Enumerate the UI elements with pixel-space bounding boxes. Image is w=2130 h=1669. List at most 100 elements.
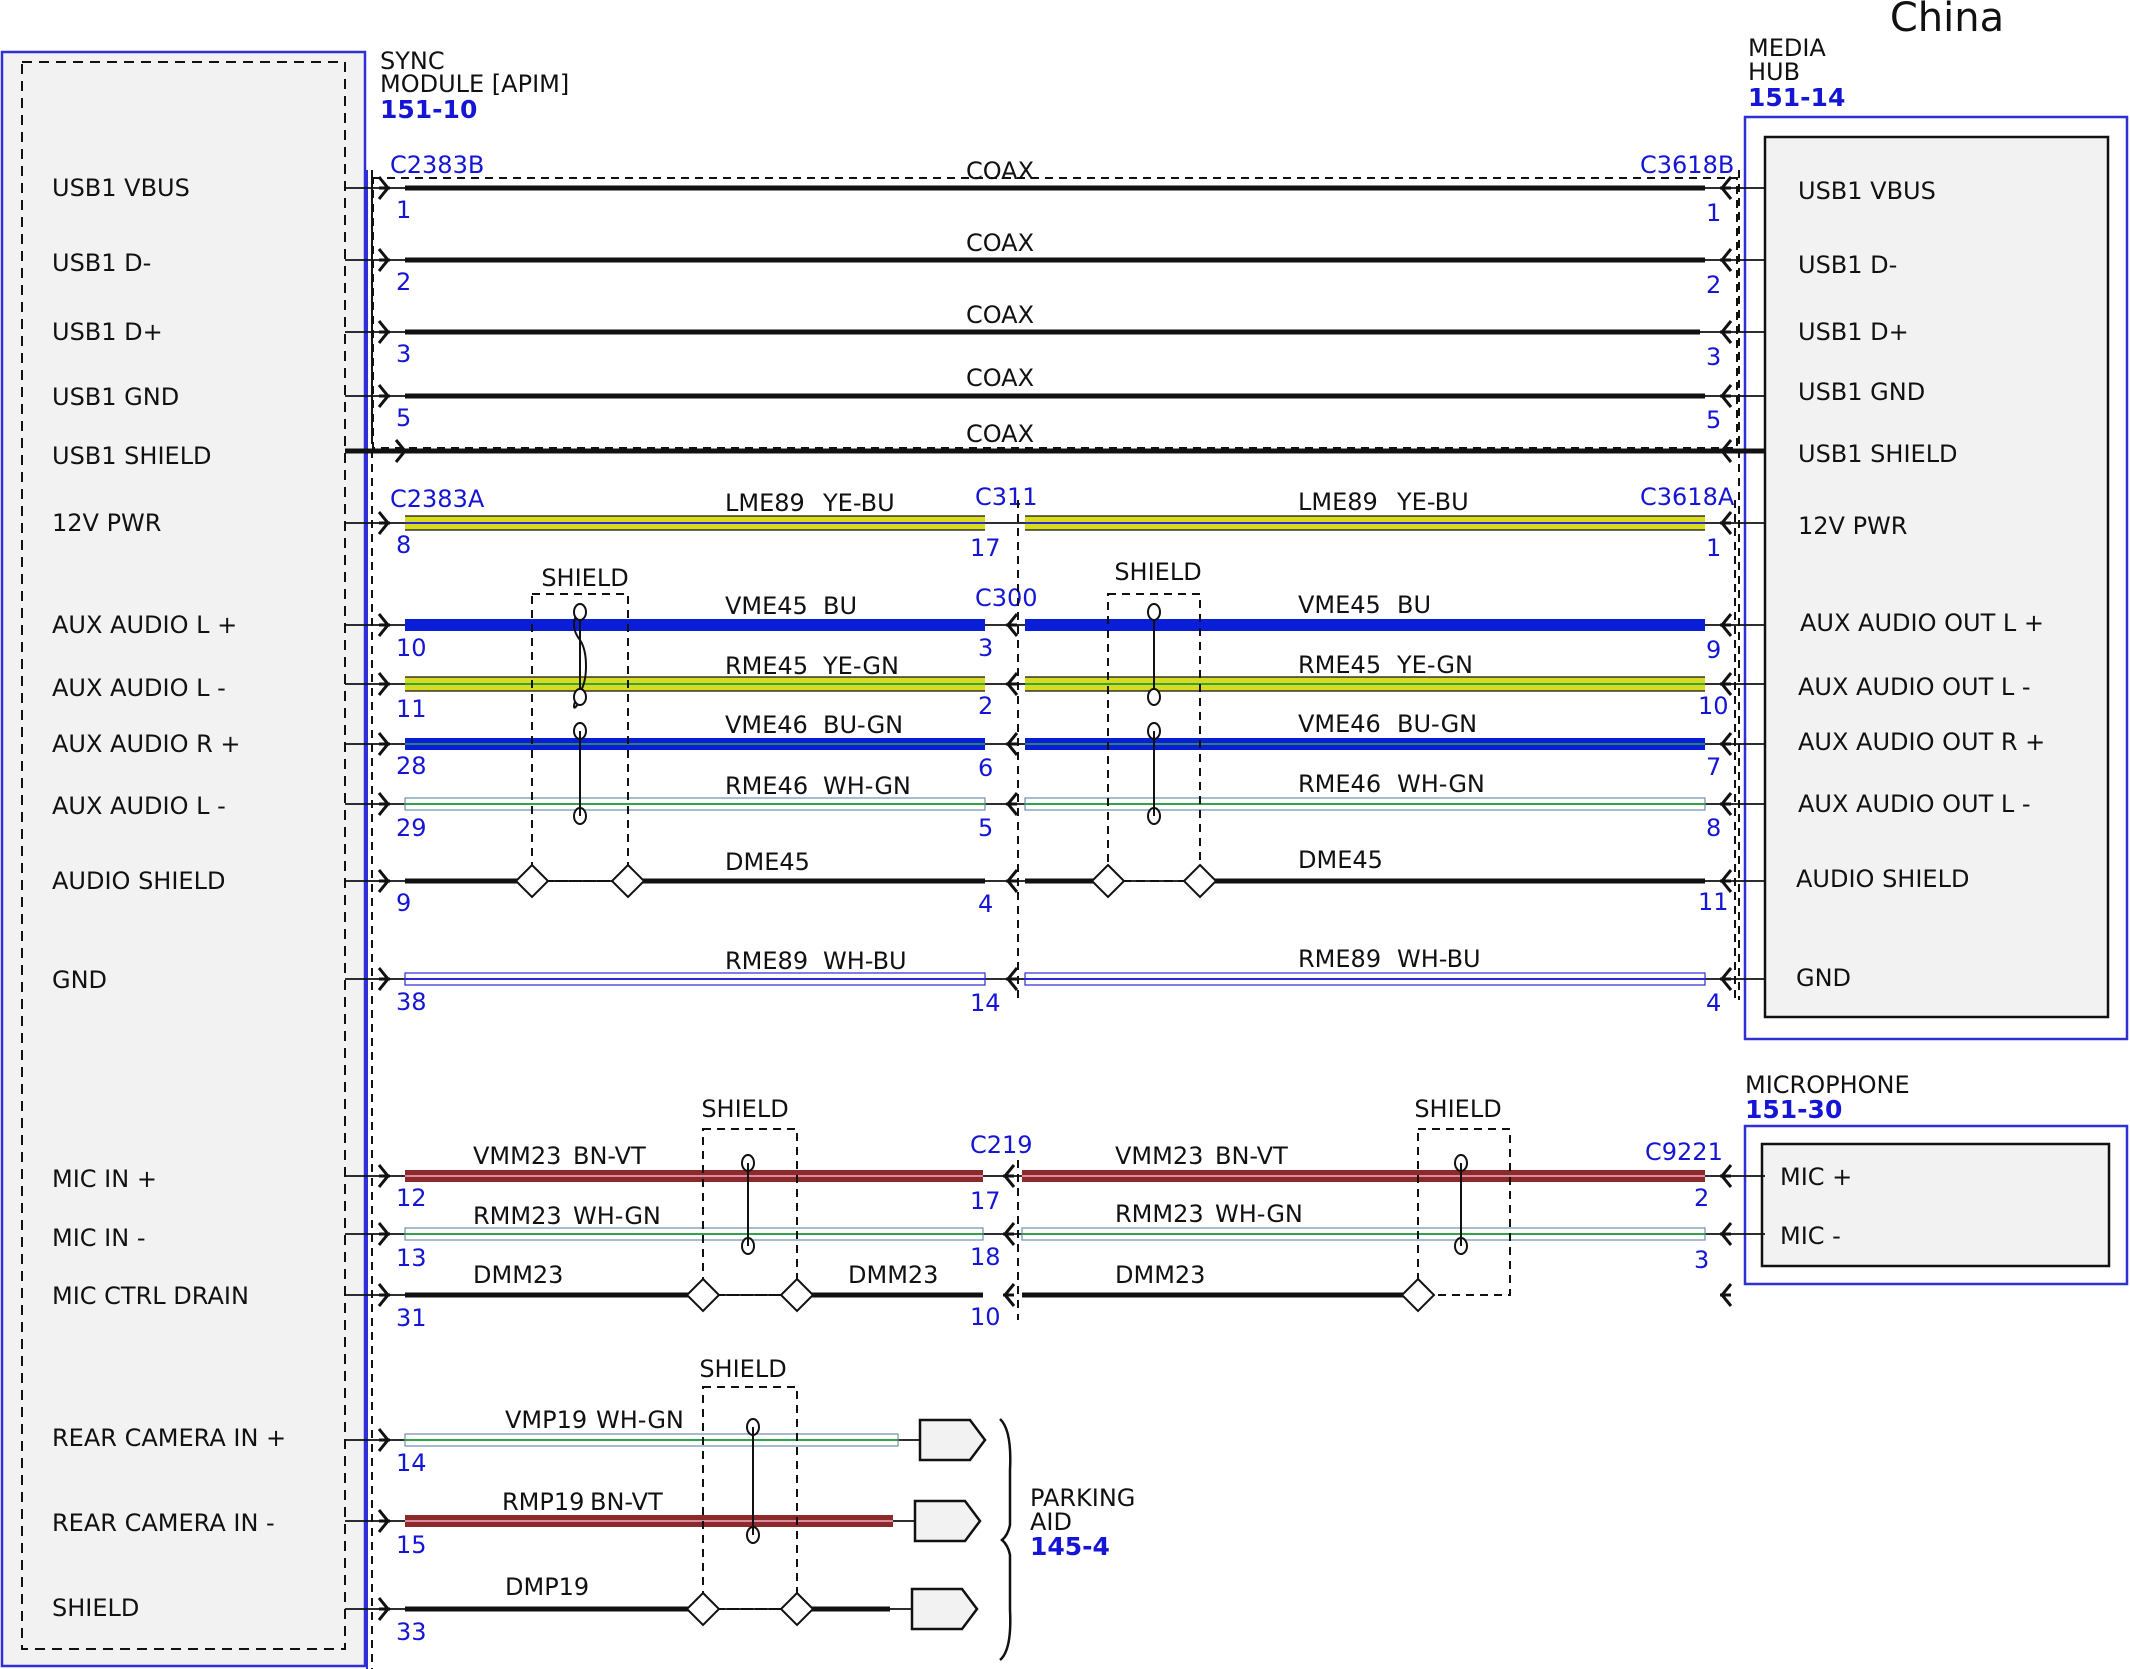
wire-rme46: RME46 WH-GN RME46 WH-GN 29 5 8 (345, 770, 1765, 842)
diagram-title: China (1890, 0, 2004, 41)
wire-circuit: VME45 (725, 592, 808, 620)
sync-pin-label: AUX AUDIO L + (52, 611, 237, 639)
wire-vme45: VME45 BU VME45 BU 10 3 9 (345, 591, 1765, 664)
wire-color: WH-BU (823, 947, 907, 975)
parking-aid-brace (999, 1418, 1012, 1661)
pin-number: 5 (396, 404, 411, 432)
microphone-ref: 151-30 (1745, 1095, 1842, 1124)
wire-circuit: VME46 (1298, 710, 1381, 738)
sync-pin-label: 12V PWR (52, 509, 161, 537)
connector-c2383a: C2383A (390, 485, 485, 513)
hub-pin-label: USB1 VBUS (1798, 177, 1936, 205)
sync-pin-label: USB1 D+ (52, 318, 163, 346)
pin-number: 4 (1706, 989, 1721, 1017)
usb-coax-wires: COAX 1 1 COAX 2 2 COAX 3 3 COAX 5 5 COAX (345, 157, 1765, 464)
wire-color: WH-GN (1397, 770, 1485, 798)
wire-cable-label: COAX (966, 364, 1034, 392)
pin-number: 3 (396, 340, 411, 368)
pin-number: 3 (1694, 1246, 1709, 1274)
sync-pin-label: MIC IN - (52, 1224, 146, 1252)
wire-dmm23: DMM23 DMM23 DMM23 31 10 (345, 1261, 1418, 1332)
wire-color: BU (1397, 591, 1431, 619)
pin-number: 1 (396, 196, 411, 224)
wire-circuit: RME89 (1298, 945, 1381, 973)
hub-pin-label: AUX AUDIO OUT L - (1798, 673, 2031, 701)
pin-number: 8 (1706, 814, 1721, 842)
sync-pin-label: AUX AUDIO L - (52, 674, 226, 702)
wire-cable-label: COAX (966, 229, 1034, 257)
wire-circuit: RMM23 (473, 1202, 562, 1230)
wire-dmp19: DMP19 33 (345, 1573, 979, 1646)
wire-circuit: DMM23 (1115, 1261, 1205, 1289)
wire-color: BU-GN (823, 711, 903, 739)
parking-aid-terminal (910, 1587, 979, 1631)
parking-aid-terminal (918, 1418, 987, 1462)
pin-number: 11 (1698, 888, 1729, 916)
sync-pin-label: USB1 VBUS (52, 174, 190, 202)
pin-number: 6 (978, 754, 993, 782)
wire-circuit: LME89 (725, 489, 805, 517)
wire-color: WH-GN (1215, 1200, 1303, 1228)
microphone: MICROPHONE 151-30 MIC + MIC - (1743, 1071, 2129, 1286)
pin-number: 10 (396, 634, 427, 662)
hub-pin-label: GND (1796, 964, 1851, 992)
pin-number: 31 (396, 1304, 427, 1332)
wiring-diagram: China SYNC MODULE [APIM] 151-10 USB1 VBU… (0, 0, 2129, 1669)
wire-circuit: DME45 (725, 848, 810, 876)
wire-color: WH-GN (573, 1202, 661, 1230)
wire-circuit: RMP19 (502, 1488, 584, 1516)
pin-number: 2 (1706, 271, 1721, 299)
wire-rmp19: RMP19 BN-VT 15 (345, 1488, 982, 1559)
pin-number: 17 (970, 1187, 1001, 1215)
connector-c311: C311 (975, 483, 1038, 511)
connector-c300: C300 (975, 584, 1038, 612)
wire-vme46: VME46 BU-GN VME46 BU-GN 28 6 7 (345, 710, 1765, 782)
wire-circuit: DMP19 (505, 1573, 589, 1601)
wire-circuit: LME89 (1298, 488, 1378, 516)
wire-circuit: RME45 (725, 652, 808, 680)
sync-pin-label: MIC CTRL DRAIN (52, 1282, 249, 1310)
sync-pin-label: MIC IN + (52, 1165, 157, 1193)
connector-c219: C219 (970, 1131, 1033, 1159)
wire-cable-label: COAX (966, 157, 1034, 185)
hub-pin-label: USB1 D+ (1798, 318, 1909, 346)
wire-cable-label: COAX (966, 420, 1034, 448)
sync-pin-label: SHIELD (52, 1594, 139, 1622)
hub-pin-label: AUDIO SHIELD (1796, 865, 1969, 893)
connector-c9221: C9221 (1645, 1138, 1723, 1166)
mic-shield-left: SHIELD (685, 1095, 815, 1313)
pin-number: 18 (970, 1243, 1001, 1271)
wire-color: WH-BU (1397, 945, 1481, 973)
audio-shield-right: SHIELD (1090, 558, 1218, 899)
wire-circuit: VMM23 (473, 1142, 561, 1170)
media-hub: MEDIA HUB 151-14 USB1 VBUS USB1 D- USB1 … (1738, 34, 2129, 1041)
shield-label: SHIELD (701, 1095, 788, 1123)
sync-module: SYNC MODULE [APIM] 151-10 USB1 VBUS USB1… (0, 47, 569, 1669)
pin-number: 10 (970, 1303, 1001, 1331)
pin-number: 7 (1706, 753, 1721, 781)
pin-number: 3 (1706, 343, 1721, 371)
shield-label: SHIELD (699, 1355, 786, 1383)
pin-number: 17 (970, 534, 1001, 562)
wire-circuit: DME45 (1298, 846, 1383, 874)
wire-color: YE-BU (1396, 488, 1469, 516)
connector-c3618a: C3618A (1640, 483, 1735, 511)
parking-aid: PARKING AID 145-4 (999, 1418, 1135, 1661)
sync-module-ref: 151-10 (380, 95, 477, 124)
sync-module-name-2: MODULE [APIM] (380, 70, 569, 98)
hub-pin-label: AUX AUDIO OUT R + (1798, 728, 2045, 756)
wire-cable-label: COAX (966, 301, 1034, 329)
wire-circuit: RME46 (1298, 770, 1381, 798)
camera-shield: SHIELD (685, 1355, 815, 1627)
pin-number: 5 (1706, 406, 1721, 434)
pin-number: 3 (978, 634, 993, 662)
pin-number: 13 (396, 1244, 427, 1272)
pin-number: 33 (396, 1618, 427, 1646)
sync-pin-label: GND (52, 966, 107, 994)
pin-number: 12 (396, 1184, 427, 1212)
shield-label: SHIELD (541, 564, 628, 592)
wire-color: YE-GN (822, 652, 899, 680)
wire-circuit: VMP19 (505, 1406, 587, 1434)
pin-number: 14 (970, 989, 1001, 1017)
wire-color: YE-GN (1396, 651, 1473, 679)
